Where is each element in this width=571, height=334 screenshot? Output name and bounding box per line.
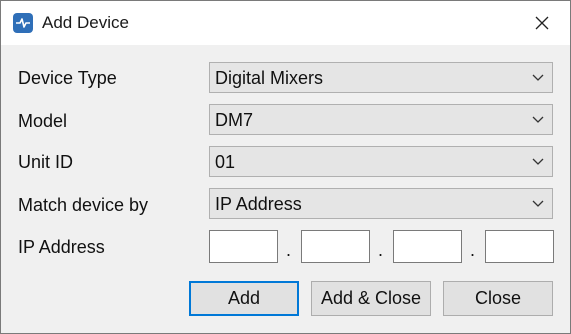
ip-octet-2-input[interactable]	[301, 230, 370, 263]
device-type-select[interactable]: Digital Mixers	[209, 62, 553, 93]
ip-octet-4-input[interactable]	[485, 230, 554, 263]
ip-separator: .	[286, 240, 292, 260]
unit-id-select[interactable]: 01	[209, 146, 553, 177]
dialog-title: Add Device	[42, 13, 129, 32]
app-logo-icon	[13, 13, 33, 33]
ip-octet-1-input[interactable]	[209, 230, 278, 263]
close-window-button[interactable]	[525, 9, 559, 37]
add-and-close-button[interactable]: Add & Close	[311, 281, 431, 316]
add-button[interactable]: Add	[189, 281, 299, 316]
model-label: Model	[18, 111, 68, 131]
close-button[interactable]: Close	[443, 281, 553, 316]
ip-address-label: IP Address	[18, 237, 105, 257]
chevron-down-icon	[532, 116, 544, 123]
ip-octet-3-input[interactable]	[393, 230, 462, 263]
add-device-dialog: Add Device Device Type Digital Mixers Mo…	[0, 0, 571, 334]
device-type-label: Device Type	[18, 68, 117, 88]
unit-id-value: 01	[215, 152, 236, 172]
match-by-label: Match device by	[18, 195, 149, 215]
model-select[interactable]: DM7	[209, 104, 553, 135]
device-type-value: Digital Mixers	[215, 68, 324, 88]
match-by-select[interactable]: IP Address	[209, 188, 553, 219]
chevron-down-icon	[532, 74, 544, 81]
model-value: DM7	[215, 110, 254, 130]
ip-separator: .	[470, 240, 476, 260]
title-bar: Add Device	[1, 1, 570, 45]
close-icon	[535, 16, 549, 30]
match-by-value: IP Address	[215, 194, 302, 214]
unit-id-label: Unit ID	[18, 152, 74, 172]
chevron-down-icon	[532, 200, 544, 207]
chevron-down-icon	[532, 158, 544, 165]
ip-separator: .	[378, 240, 384, 260]
